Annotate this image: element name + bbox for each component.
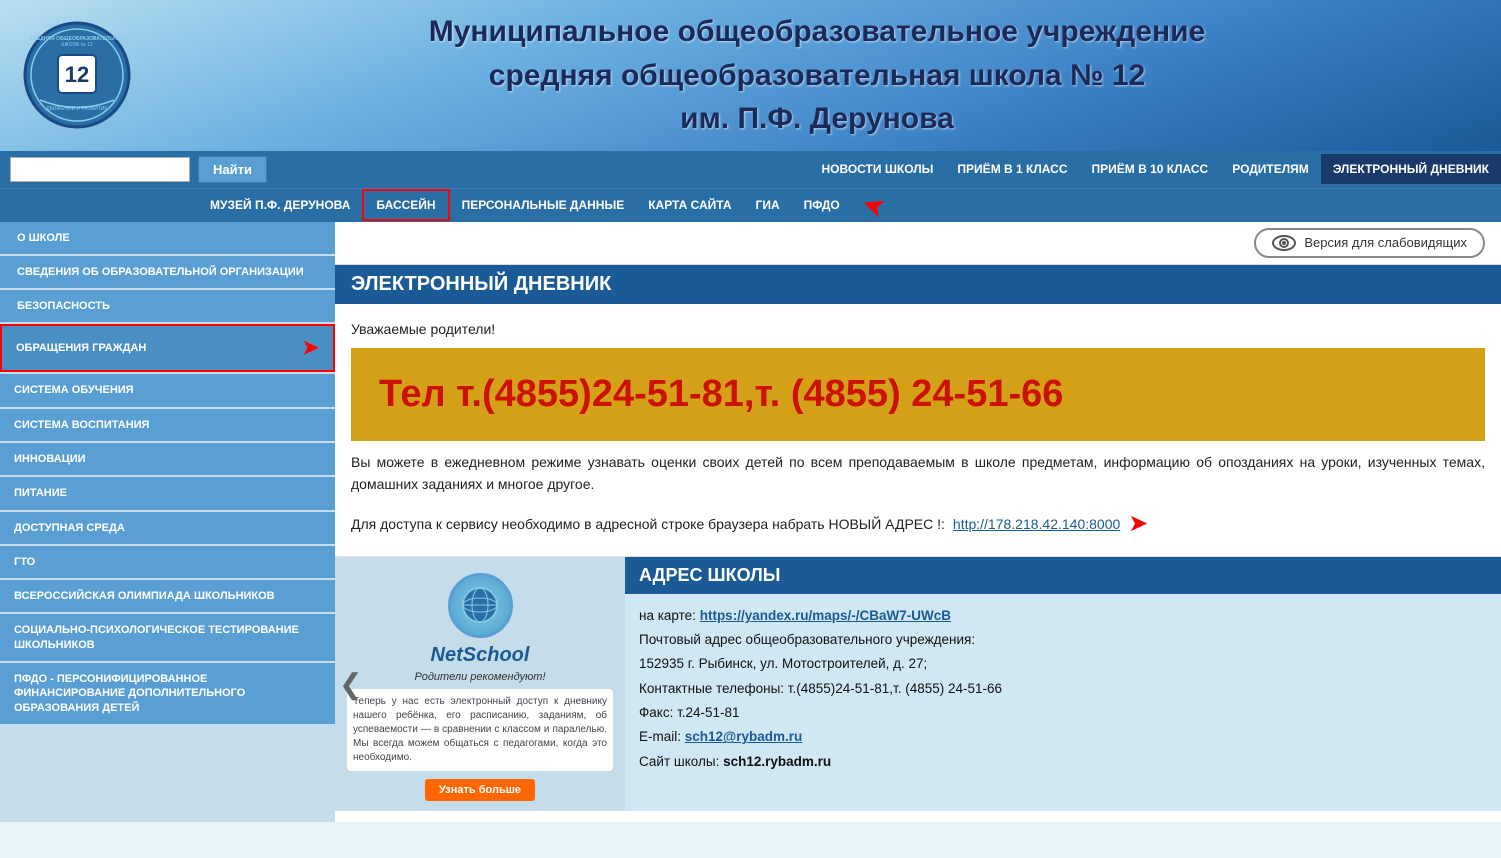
netschool-title: NetSchool (431, 644, 530, 667)
sidebar-item-sistema-obuch[interactable]: СИСТЕМА ОБУЧЕНИЯ (0, 374, 335, 406)
sidebar-item-olimpiada[interactable]: ВСЕРОССИЙСКАЯ ОЛИМПИАДА ШКОЛЬНИКОВ (0, 580, 335, 612)
nav-personal[interactable]: ПЕРСОНАЛЬНЫЕ ДАННЫЕ (450, 191, 637, 219)
sidebar-item-innovacii[interactable]: ИННОВАЦИИ (0, 443, 335, 475)
sidebar-item-obrascheniya[interactable]: ОБРАЩЕНИЯ ГРАЖДАН ➤ (0, 324, 335, 372)
svg-text:12: 12 (65, 62, 89, 87)
sidebar-item-o-shkole[interactable]: О ШКОЛЕ (0, 222, 335, 254)
nav-row-1: Найти НОВОСТИ ШКОЛЫ ПРИЁМ В 1 КЛАСС ПРИЁ… (0, 151, 1501, 189)
address-block: АДРЕС ШКОЛЫ на карте: https://yandex.ru/… (625, 557, 1501, 811)
eye-icon (1272, 234, 1296, 252)
netschool-subtitle: Родители рекомендуют! (414, 671, 545, 683)
address-link[interactable]: http://178.218.42.140:8000 (953, 513, 1120, 535)
nav-pfdo[interactable]: ПФДО (792, 191, 852, 219)
bottom-split: ❮ NetSchool Родители рекомендуют! Теперь… (335, 556, 1501, 811)
sidebar-item-psiho[interactable]: СОЦИАЛЬНО-ПСИХОЛОГИЧЕСКОЕ ТЕСТИРОВАНИЕ Ш… (0, 614, 335, 661)
sidebar-item-pfdo[interactable]: ПФДО - ПЕРСОНИФИЦИРОВАННОЕ ФИНАНСИРОВАНИ… (0, 663, 335, 724)
sidebar-item-bezopasnost[interactable]: БЕЗОПАСНОСТЬ (0, 290, 335, 322)
logo: 12 СРЕДНЯЯ ОБЩЕОБРАЗОВАТЕЛЬНАЯ ШКОЛА № 1… (20, 20, 135, 130)
title-line2: средняя общеобразовательная школа № 12 (489, 59, 1145, 92)
bassein-arrow: ➤ (857, 185, 890, 224)
accessibility-label: Версия для слабовидящих (1304, 235, 1467, 250)
obrascheniya-arrow: ➤ (302, 335, 319, 361)
nav-muzey[interactable]: МУЗЕЙ П.Ф. ДЕРУНОВА (198, 191, 362, 219)
para1: Уважаемые родители! (351, 318, 1485, 340)
sidebar-item-pitanie[interactable]: ПИТАНИЕ (0, 477, 335, 509)
title-line1: Муниципальное общеобразовательное учрежд… (429, 15, 1206, 48)
content: Версия для слабовидящих ЭЛЕКТРОННЫЙ ДНЕВ… (335, 222, 1501, 822)
para4-arrow: ➤ (1128, 505, 1148, 543)
nav-priem1[interactable]: ПРИЁМ В 1 КЛАСС (945, 154, 1079, 184)
address-postal-label: Почтовый адрес общеобразовательного учре… (639, 628, 1487, 652)
svg-text:ШКОЛА № 12: ШКОЛА № 12 (61, 42, 93, 48)
search-input[interactable] (10, 157, 190, 182)
address-title: АДРЕС ШКОЛЫ (625, 557, 1501, 594)
globe-icon (460, 585, 500, 625)
para3: Вы можете в ежедневном режиме узнавать о… (351, 451, 1485, 496)
phone-banner: Тел т.(4855)24-51-81,т. (4855) 24-51-66 (351, 348, 1485, 441)
top-navigation: Найти НОВОСТИ ШКОЛЫ ПРИЁМ В 1 КЛАСС ПРИЁ… (0, 151, 1501, 222)
accessibility-bar: Версия для слабовидящих (335, 222, 1501, 265)
header-title: Муниципальное общеобразовательное учрежд… (153, 10, 1481, 141)
netschool-content: Теперь у нас есть электронный доступ к д… (347, 689, 613, 771)
para4: Для доступа к сервису необходимо в адрес… (351, 505, 1485, 543)
main-layout: О ШКОЛЕ СВЕДЕНИЯ ОБ ОБРАЗОВАТЕЛЬНОЙ ОРГА… (0, 222, 1501, 822)
map-link[interactable]: https://yandex.ru/maps/-/CBaW7-UWcB (700, 608, 951, 623)
header: 12 СРЕДНЯЯ ОБЩЕОБРАЗОВАТЕЛЬНАЯ ШКОЛА № 1… (0, 0, 1501, 151)
address-contacts: Контактные телефоны: т.(4855)24-51-81,т.… (639, 677, 1487, 701)
nav-priem10[interactable]: ПРИЁМ В 10 КЛАСС (1079, 154, 1220, 184)
sidebar-item-sistema-vosp[interactable]: СИСТЕМА ВОСПИТАНИЯ (0, 409, 335, 441)
nav-bassein[interactable]: БАССЕЙН (362, 189, 449, 221)
email-link[interactable]: sch12@rybadm.ru (685, 729, 802, 744)
nav-novosti[interactable]: НОВОСТИ ШКОЛЫ (809, 154, 945, 184)
address-email: E-mail: sch12@rybadm.ru (639, 725, 1487, 749)
sidebar-item-svedeniya[interactable]: СВЕДЕНИЯ ОБ ОБРАЗОВАТЕЛЬНОЙ ОРГАНИЗАЦИИ (0, 256, 335, 288)
section-title: ЭЛЕКТРОННЫЙ ДНЕВНИК (335, 265, 1501, 304)
address-site: Сайт школы: sch12.rybadm.ru (639, 750, 1487, 774)
nav-gia[interactable]: ГИА (744, 191, 792, 219)
title-line3: им. П.Ф. Дерунова (680, 102, 954, 135)
site-value: sch12.rybadm.ru (723, 754, 831, 769)
sidebar-item-gto[interactable]: ГТО (0, 546, 335, 578)
address-street: 152935 г. Рыбинск, ул. Мотостроителей, д… (639, 652, 1487, 676)
nav-dnevnik[interactable]: ЭЛЕКТРОННЫЙ ДНЕВНИК (1321, 154, 1501, 184)
netschool-area: ❮ NetSchool Родители рекомендуют! Теперь… (335, 557, 625, 811)
netschool-logo-circle (448, 573, 513, 638)
svg-text:ДВИЖЕНИЕ И РАЗВИТИЕ: ДВИЖЕНИЕ И РАЗВИТИЕ (46, 106, 108, 112)
nav-links-row1: НОВОСТИ ШКОЛЫ ПРИЁМ В 1 КЛАСС ПРИЁМ В 10… (277, 154, 1501, 184)
sidebar: О ШКОЛЕ СВЕДЕНИЯ ОБ ОБРАЗОВАТЕЛЬНОЙ ОРГА… (0, 222, 335, 822)
sidebar-item-dostupnaya[interactable]: ДОСТУПНАЯ СРЕДА (0, 512, 335, 544)
nav-roditelyam[interactable]: РОДИТЕЛЯМ (1220, 154, 1321, 184)
nav-row-2: МУЗЕЙ П.Ф. ДЕРУНОВА БАССЕЙН ПЕРСОНАЛЬНЫЕ… (0, 189, 1501, 222)
netschool-btn[interactable]: Узнать больше (425, 779, 535, 801)
accessibility-button[interactable]: Версия для слабовидящих (1254, 228, 1485, 258)
search-button[interactable]: Найти (198, 156, 267, 183)
nav-karta[interactable]: КАРТА САЙТА (636, 191, 743, 219)
address-map: на карте: https://yandex.ru/maps/-/CBaW7… (639, 604, 1487, 628)
content-body: Уважаемые родители! Тел т.(4855)24-51-81… (335, 304, 1501, 544)
carousel-prev[interactable]: ❮ (339, 667, 362, 700)
search-area: Найти (0, 151, 277, 188)
address-fax: Факс: т.24-51-81 (639, 701, 1487, 725)
